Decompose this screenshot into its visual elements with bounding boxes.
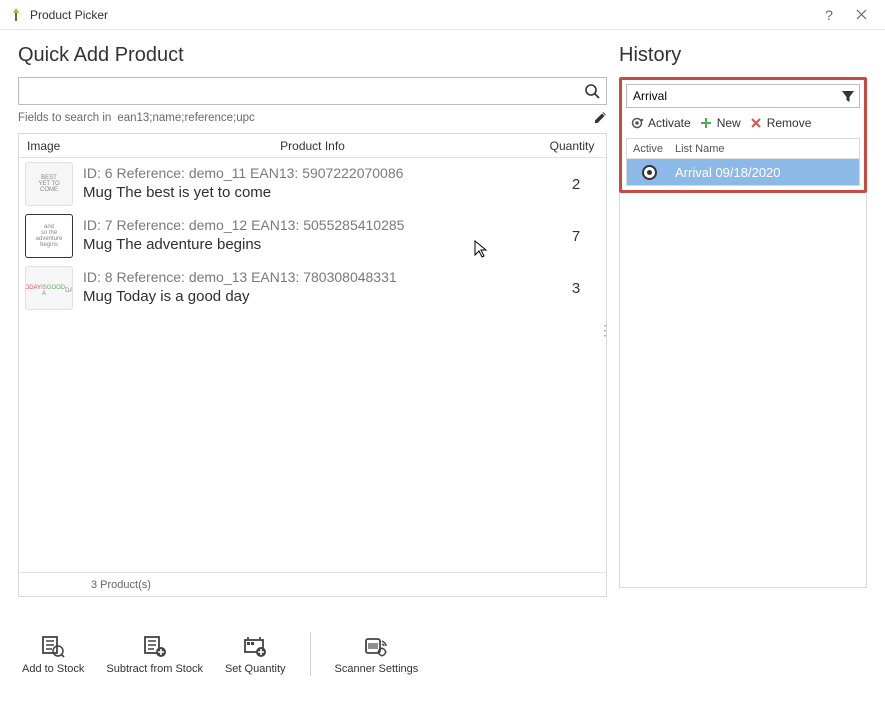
grid-footer: 3 Product(s) <box>19 572 606 596</box>
fields-row: Fields to search in ean13;name;reference… <box>18 105 607 133</box>
history-search-input[interactable] <box>627 89 837 103</box>
remove-button[interactable]: Remove <box>749 116 812 130</box>
app-icon <box>8 7 24 23</box>
product-qty: 2 <box>546 176 606 193</box>
history-panel: History Activate New Remove <box>619 44 867 620</box>
product-grid: Image Product Info Quantity BESTYET TOCO… <box>18 133 607 597</box>
bottom-toolbar: Add to Stock Subtract from Stock Set Qua… <box>0 620 885 688</box>
activate-label: Activate <box>648 116 691 130</box>
title-bar: Product Picker ? <box>0 0 885 30</box>
col-qty-header[interactable]: Quantity <box>546 139 606 153</box>
activate-icon <box>630 116 644 130</box>
new-label: New <box>717 116 741 130</box>
product-thumb: andso theadventurebegins <box>19 214 79 258</box>
product-meta: ID: 6 Reference: demo_11 EAN13: 59072220… <box>83 164 542 183</box>
subtract-from-stock-icon <box>142 633 168 659</box>
close-button[interactable] <box>845 1 877 29</box>
subtract-from-stock-button[interactable]: Subtract from Stock <box>102 633 207 675</box>
help-button[interactable]: ? <box>813 1 845 29</box>
product-meta: ID: 8 Reference: demo_13 EAN13: 78030804… <box>83 268 542 287</box>
product-name: Mug Today is a good day <box>83 287 542 307</box>
product-info: ID: 7 Reference: demo_12 EAN13: 50552854… <box>79 216 546 255</box>
edit-fields-icon[interactable] <box>593 111 607 125</box>
product-info: ID: 8 Reference: demo_13 EAN13: 78030804… <box>79 268 546 307</box>
set-quantity-label: Set Quantity <box>225 663 286 675</box>
history-title: History <box>619 44 867 67</box>
quick-add-title: Quick Add Product <box>18 44 607 67</box>
scanner-settings-label: Scanner Settings <box>335 663 419 675</box>
add-to-stock-label: Add to Stock <box>22 663 84 675</box>
splitter-handle[interactable]: ⋮ <box>598 328 612 332</box>
remove-label: Remove <box>767 116 812 130</box>
history-grid: Active List Name Arrival 09/18/2020 <box>626 138 860 186</box>
add-to-stock-icon <box>40 633 66 659</box>
filter-icon[interactable] <box>837 89 859 103</box>
window-title: Product Picker <box>30 8 813 22</box>
col-listname-header[interactable]: List Name <box>671 143 859 155</box>
set-quantity-button[interactable]: Set Quantity <box>221 633 290 675</box>
product-search-input[interactable] <box>19 83 578 99</box>
product-thumb: TODAYIS AGOODDAY <box>19 266 79 310</box>
scanner-settings-icon <box>363 633 389 659</box>
product-search-button[interactable] <box>578 78 606 104</box>
new-button[interactable]: New <box>699 116 741 130</box>
remove-icon <box>749 116 763 130</box>
history-actions: Activate New Remove <box>626 108 860 138</box>
product-count: 3 Product(s) <box>79 579 151 591</box>
table-row[interactable]: BESTYET TOCOME ID: 6 Reference: demo_11 … <box>19 158 606 210</box>
table-row[interactable]: TODAYIS AGOODDAY ID: 8 Reference: demo_1… <box>19 262 606 314</box>
fields-label: Fields to search in <box>18 112 111 124</box>
product-qty: 7 <box>546 228 606 245</box>
table-row[interactable]: andso theadventurebegins ID: 7 Reference… <box>19 210 606 262</box>
activate-button[interactable]: Activate <box>630 116 691 130</box>
set-quantity-icon <box>242 633 268 659</box>
quick-add-panel: Quick Add Product Fields to search in ea… <box>18 44 607 620</box>
col-active-header[interactable]: Active <box>627 143 671 155</box>
product-meta: ID: 7 Reference: demo_12 EAN13: 50552854… <box>83 216 542 235</box>
product-name: Mug The best is yet to come <box>83 183 542 203</box>
history-row-active <box>627 167 671 178</box>
grid-body: BESTYET TOCOME ID: 6 Reference: demo_11 … <box>19 158 606 572</box>
radio-active-icon <box>644 167 655 178</box>
history-search-wrap <box>626 84 860 108</box>
history-header: Active List Name <box>627 139 859 159</box>
history-grid-body <box>619 193 867 588</box>
scanner-settings-button[interactable]: Scanner Settings <box>331 633 423 675</box>
product-qty: 3 <box>546 280 606 297</box>
product-search-wrap <box>18 77 607 105</box>
fields-value: ean13;name;reference;upc <box>117 112 593 124</box>
product-thumb: BESTYET TOCOME <box>19 162 79 206</box>
col-image-header[interactable]: Image <box>19 139 79 153</box>
history-highlight-box: Activate New Remove Active List Name <box>619 77 867 193</box>
history-row-name: Arrival 09/18/2020 <box>671 165 859 180</box>
plus-icon <box>699 116 713 130</box>
subtract-from-stock-label: Subtract from Stock <box>106 663 203 675</box>
history-row-selected[interactable]: Arrival 09/18/2020 <box>627 159 859 185</box>
toolbar-separator <box>310 632 311 676</box>
col-info-header[interactable]: Product Info <box>79 139 546 153</box>
grid-header: Image Product Info Quantity <box>19 134 606 158</box>
product-name: Mug The adventure begins <box>83 235 542 255</box>
add-to-stock-button[interactable]: Add to Stock <box>18 633 88 675</box>
product-info: ID: 6 Reference: demo_11 EAN13: 59072220… <box>79 164 546 203</box>
